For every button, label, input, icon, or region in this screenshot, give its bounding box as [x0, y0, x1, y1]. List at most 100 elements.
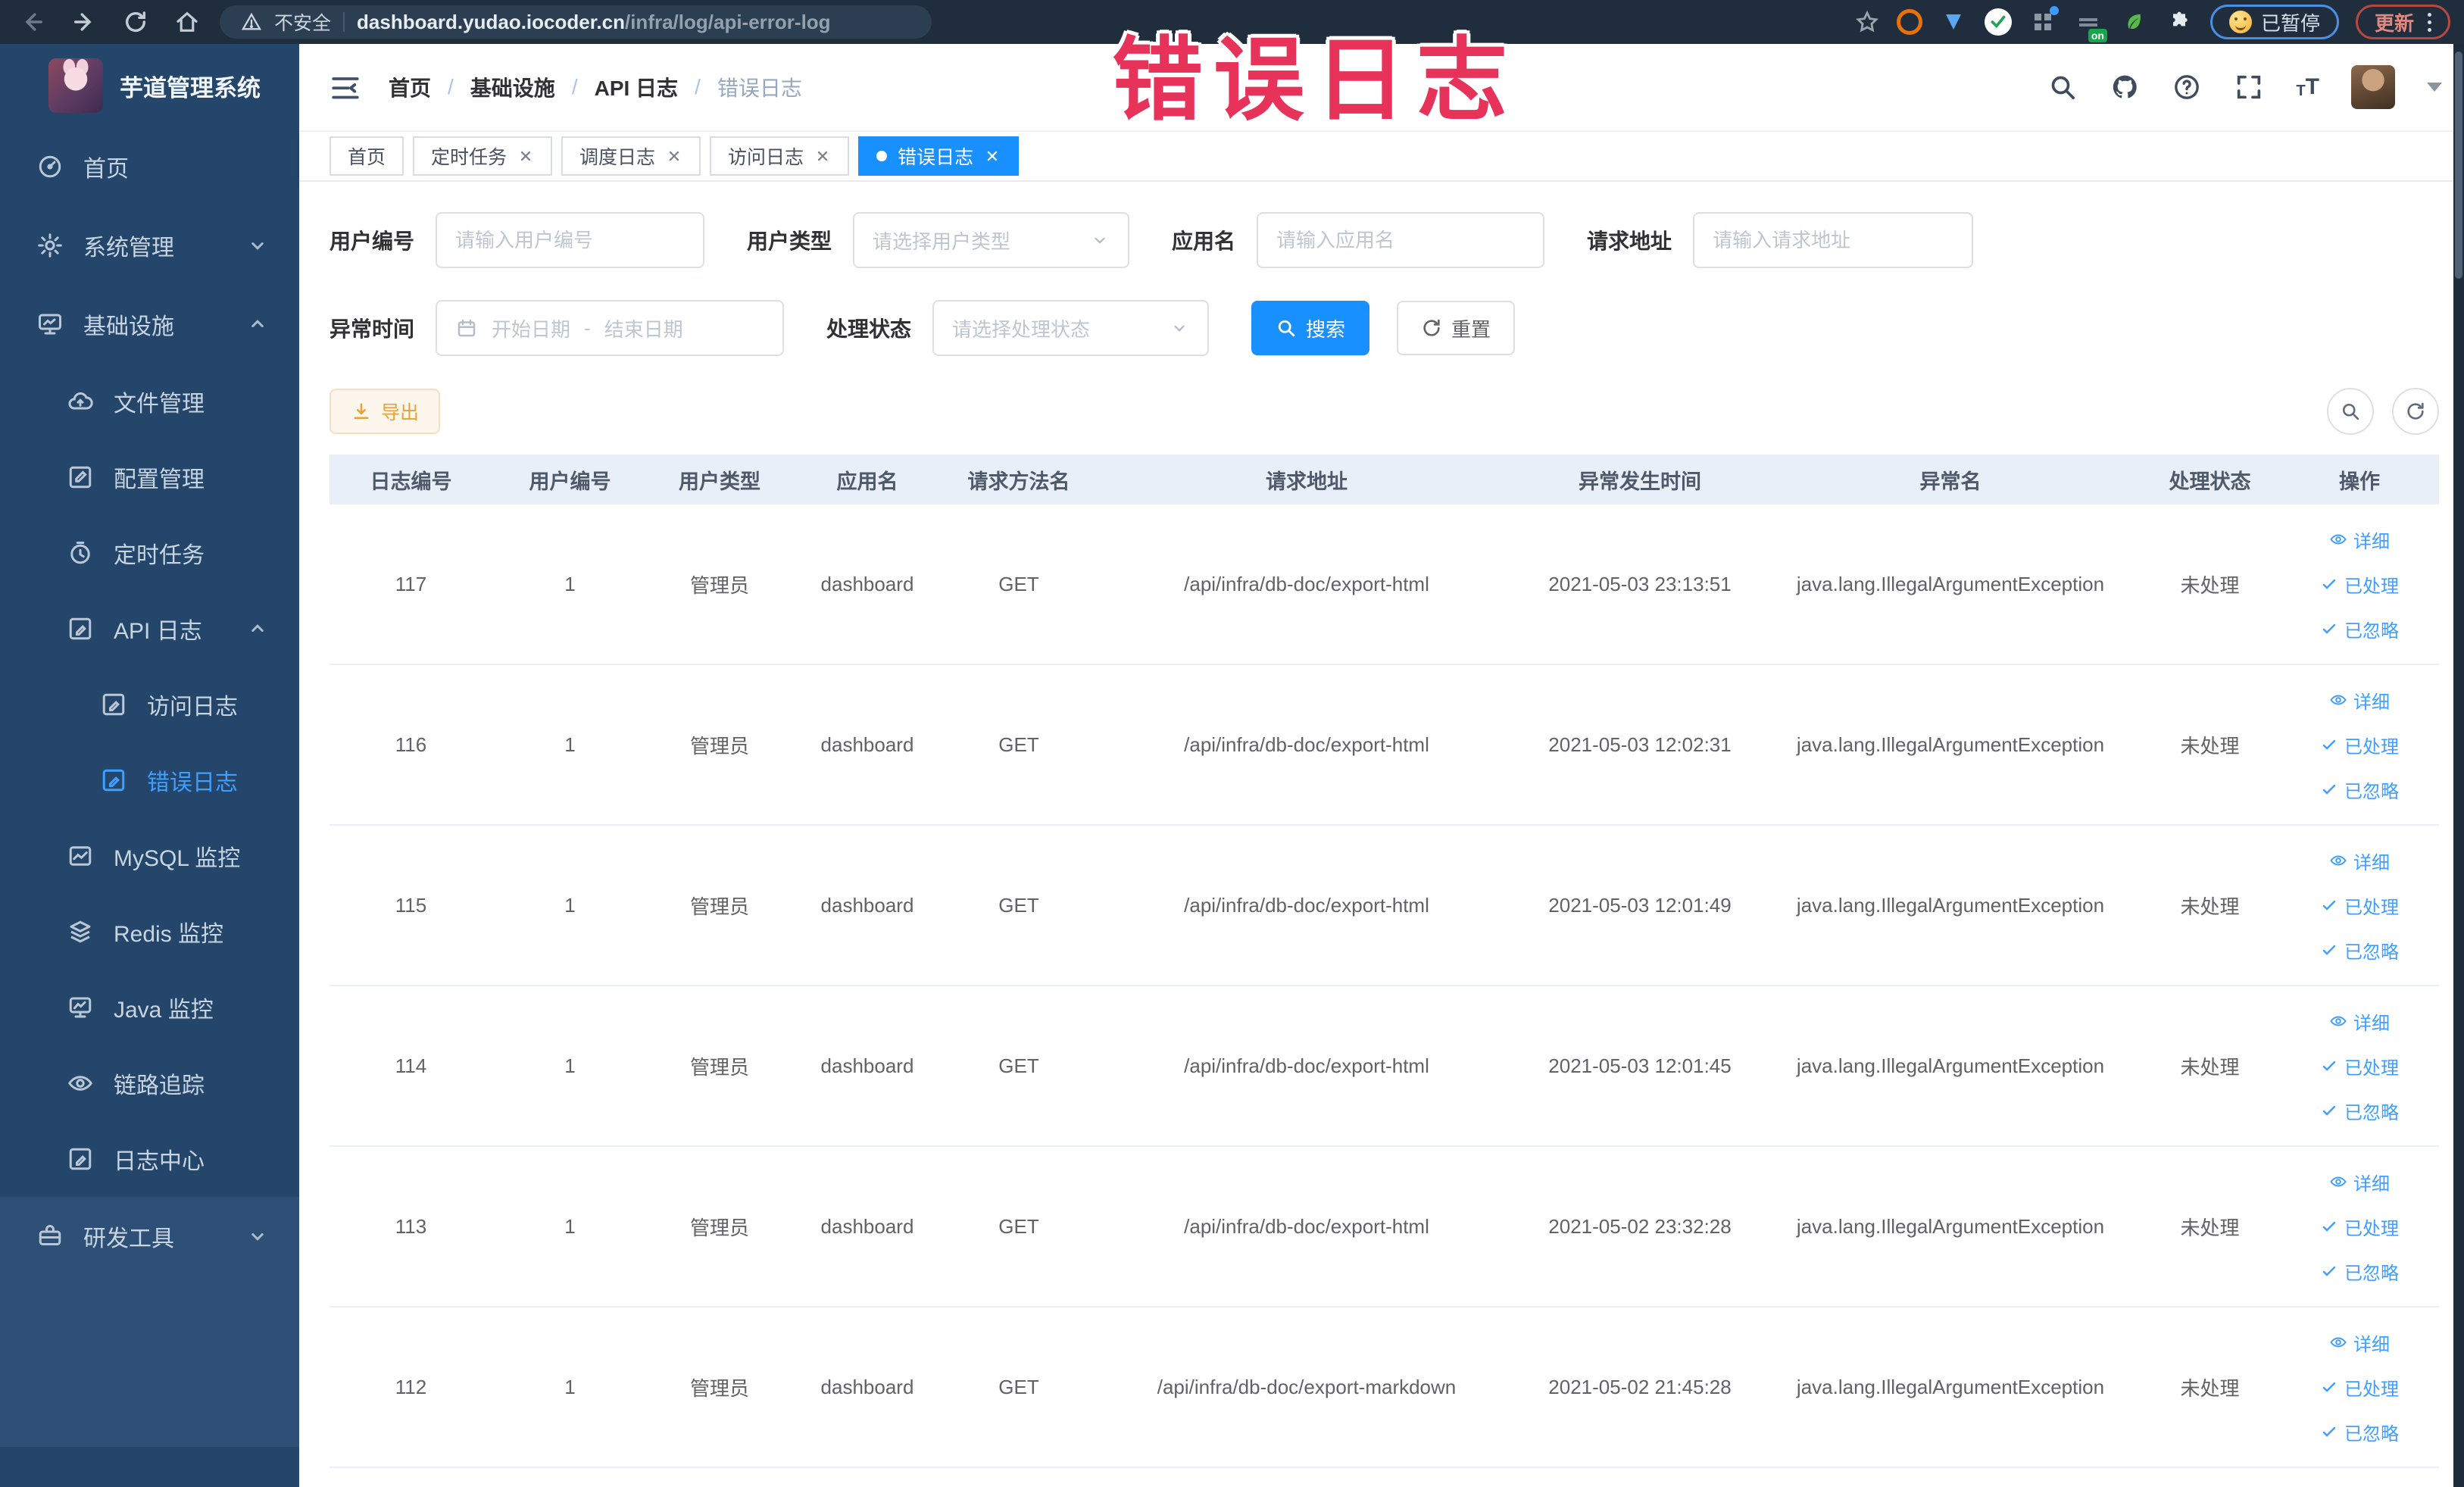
mark-processed-link[interactable]: 已处理 — [2320, 892, 2399, 919]
extensions-puzzle-icon[interactable] — [2165, 8, 2194, 36]
extension-leaf-icon[interactable] — [2119, 8, 2148, 36]
sidebar-item-redis-monitor[interactable]: Redis 监控 — [0, 894, 299, 970]
sidebar-item-file-mgmt[interactable]: 文件管理 — [0, 364, 299, 439]
toggle-search-button[interactable] — [2327, 388, 2374, 435]
mark-processed-link[interactable]: 已处理 — [2320, 1374, 2399, 1401]
active-tab-dot — [876, 151, 888, 161]
sidebar-item-error-log[interactable]: 错误日志 — [0, 742, 299, 818]
sidebar-item-dev-tools[interactable]: 研发工具 — [0, 1197, 299, 1276]
refresh-table-button[interactable] — [2392, 388, 2439, 435]
mark-processed-link[interactable]: 已处理 — [2320, 571, 2399, 598]
sidebar-item-access-log[interactable]: 访问日志 — [0, 667, 299, 742]
mark-processed-link[interactable]: 已处理 — [2320, 1214, 2399, 1240]
user-type-select[interactable]: 请选择用户类型 — [853, 212, 1130, 268]
close-icon[interactable] — [666, 148, 682, 164]
chevron-up-icon — [246, 617, 269, 640]
font-size-icon[interactable]: TT — [2296, 76, 2319, 99]
browser-home-icon[interactable] — [174, 9, 200, 35]
table-row: 112 1 管理员 dashboard GET /api/infra/db-do… — [329, 1307, 2439, 1468]
monitor-icon — [36, 311, 64, 338]
browser-reload-icon[interactable] — [123, 9, 148, 35]
detail-link[interactable]: 详细 — [2329, 1329, 2390, 1356]
avatar-caret-icon[interactable] — [2427, 83, 2442, 92]
scrollbar-thumb[interactable] — [2455, 52, 2462, 279]
sidebar-item-api-log[interactable]: API 日志 — [0, 591, 299, 667]
eye-icon — [2330, 534, 2347, 545]
toolbox-icon — [36, 1223, 64, 1250]
detail-link[interactable]: 详细 — [2329, 1008, 2390, 1035]
tab-cron-jobs[interactable]: 定时任务 — [413, 136, 553, 176]
detail-link[interactable]: 详细 — [2329, 687, 2390, 714]
extension-green-check-icon[interactable] — [1984, 8, 2012, 36]
detail-link[interactable]: 详细 — [2329, 848, 2390, 874]
tab-error-log[interactable]: 错误日志 — [858, 136, 1020, 176]
browser-menu-icon[interactable] — [2428, 12, 2431, 32]
breadcrumb-api-log[interactable]: API 日志 — [595, 72, 678, 102]
app-logo-row[interactable]: 芋道管理系统 — [0, 44, 299, 127]
sidebar-item-tracing[interactable]: 链路追踪 — [0, 1045, 299, 1121]
detail-link[interactable]: 详细 — [2329, 1169, 2390, 1195]
request-url-input[interactable] — [1713, 214, 1954, 267]
sidebar-item-mysql-monitor[interactable]: MySQL 监控 — [0, 818, 299, 894]
mark-ignored-link[interactable]: 已忽略 — [2320, 937, 2399, 964]
error-time-range-picker[interactable]: 开始日期 - 结束日期 — [436, 300, 785, 356]
browser-forward-icon[interactable] — [71, 9, 97, 35]
error-time-label: 异常时间 — [329, 317, 415, 341]
detail-link[interactable]: 详细 — [2329, 526, 2390, 553]
sidebar-bottom-section: 研发工具 — [0, 1197, 299, 1447]
update-button[interactable]: 更新 — [2355, 5, 2450, 39]
github-icon[interactable] — [2110, 72, 2140, 102]
app-title: 芋道管理系统 — [120, 74, 261, 102]
bookmark-star-icon[interactable] — [1854, 9, 1880, 35]
profile-paused-pill[interactable]: 已暂停 — [2209, 5, 2339, 39]
search-button[interactable]: 搜索 — [1251, 301, 1370, 355]
mark-ignored-link[interactable]: 已忽略 — [2320, 776, 2399, 803]
check-icon — [2322, 739, 2336, 750]
sidebar-item-config-mgmt[interactable]: 配置管理 — [0, 439, 299, 515]
mark-ignored-link[interactable]: 已忽略 — [2320, 1419, 2399, 1445]
extension-orange-icon[interactable] — [1896, 9, 1922, 35]
fullscreen-icon[interactable] — [2234, 72, 2264, 102]
table-row: 116 1 管理员 dashboard GET /api/infra/db-do… — [329, 665, 2439, 826]
sidebar-item-cron-jobs[interactable]: 定时任务 — [0, 515, 299, 591]
extension-grid-icon[interactable] — [2028, 6, 2059, 36]
page-scrollbar[interactable] — [2453, 44, 2464, 1487]
close-icon[interactable] — [517, 148, 534, 164]
help-icon[interactable] — [2172, 72, 2202, 102]
tab-home[interactable]: 首页 — [329, 136, 404, 176]
mark-ignored-link[interactable]: 已忽略 — [2320, 1098, 2399, 1124]
search-icon[interactable] — [2047, 72, 2078, 102]
close-icon[interactable] — [984, 148, 1001, 164]
avatar[interactable] — [2351, 65, 2395, 109]
extension-on-badge-icon[interactable]: on — [2074, 8, 2107, 42]
eye-icon — [2330, 1337, 2347, 1348]
extension-blue-shield-icon[interactable] — [1939, 8, 1968, 36]
export-button[interactable]: 导出 — [329, 389, 441, 434]
tab-access-log[interactable]: 访问日志 — [710, 136, 850, 176]
process-status-select[interactable]: 请选择处理状态 — [932, 300, 1210, 356]
sidebar-item-infra[interactable]: 基础设施 — [0, 285, 299, 364]
sidebar-item-home[interactable]: 首页 — [0, 127, 299, 206]
sidebar-item-java-monitor[interactable]: Java 监控 — [0, 970, 299, 1045]
browser-back-icon[interactable] — [20, 9, 45, 35]
app-logo — [48, 58, 103, 113]
app-name-input[interactable] — [1276, 214, 1526, 267]
reset-button[interactable]: 重置 — [1397, 301, 1516, 355]
update-label: 更新 — [2374, 11, 2414, 35]
not-secure-label[interactable]: 不安全 — [274, 8, 331, 36]
mark-processed-link[interactable]: 已处理 — [2320, 1053, 2399, 1079]
mark-ignored-link[interactable]: 已忽略 — [2320, 616, 2399, 642]
java-monitor-icon — [67, 994, 94, 1021]
breadcrumb: 首页 / 基础设施 / API 日志 / 错误日志 — [389, 72, 802, 102]
breadcrumb-home[interactable]: 首页 — [389, 72, 431, 102]
breadcrumb-infra[interactable]: 基础设施 — [470, 72, 555, 102]
collapse-menu-icon[interactable] — [329, 73, 361, 101]
user-id-input[interactable] — [455, 214, 685, 267]
mark-processed-link[interactable]: 已处理 — [2320, 732, 2399, 758]
close-icon[interactable] — [814, 148, 831, 164]
mark-ignored-link[interactable]: 已忽略 — [2320, 1258, 2399, 1285]
address-bar[interactable]: 不安全 dashboard.yudao.iocoder.cn/infra/log… — [220, 5, 932, 39]
sidebar-item-system[interactable]: 系统管理 — [0, 206, 299, 285]
tab-schedule-log[interactable]: 调度日志 — [561, 136, 701, 176]
sidebar-item-log-center[interactable]: 日志中心 — [0, 1121, 299, 1197]
